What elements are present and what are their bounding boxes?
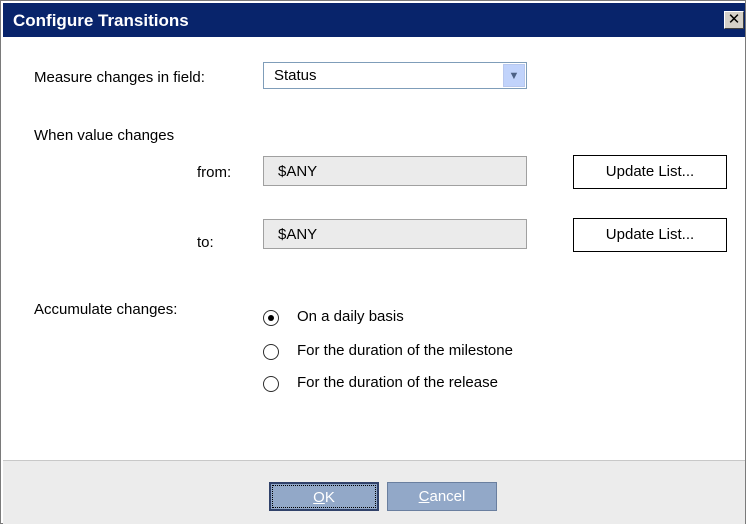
configure-transitions-dialog: Configure Transitions ✕ Measure changes … [0,0,746,524]
radio-label: For the duration of the release [297,374,498,391]
cancel-label: ancel [429,488,466,505]
to-label: to: [197,234,214,251]
cancel-button[interactable]: Cancel [387,482,497,511]
update-to-list-button[interactable]: Update List... [573,218,727,252]
radio-label: On a daily basis [297,308,404,325]
ok-mnemonic: O [313,489,325,506]
radio-button[interactable] [263,376,279,392]
close-icon[interactable]: ✕ [724,11,744,29]
measure-field-select[interactable]: Status ▼ [263,62,527,89]
accumulate-changes-label: Accumulate changes: [34,301,178,318]
measure-field-label: Measure changes in field: [34,69,205,86]
from-value: $ANY [278,163,318,180]
when-value-changes-heading: When value changes [34,127,175,144]
ok-label: K [324,489,335,506]
ok-button[interactable]: OK [269,482,379,511]
from-label: from: [197,164,232,181]
chevron-down-icon[interactable]: ▼ [503,64,525,87]
dialog-title: Configure Transitions [13,11,189,30]
update-from-list-button[interactable]: Update List... [573,155,727,189]
cancel-mnemonic: C [418,488,430,505]
radio-button-checked[interactable] [263,310,279,326]
measure-field-value: Status [274,67,317,84]
dialog-footer: OK Cancel [3,460,745,524]
radio-label: For the duration of the milestone [297,342,513,359]
title-bar: Configure Transitions ✕ [3,3,745,37]
radio-button[interactable] [263,344,279,360]
from-field: $ANY [263,156,527,186]
to-field: $ANY [263,219,527,249]
to-value: $ANY [278,226,318,243]
